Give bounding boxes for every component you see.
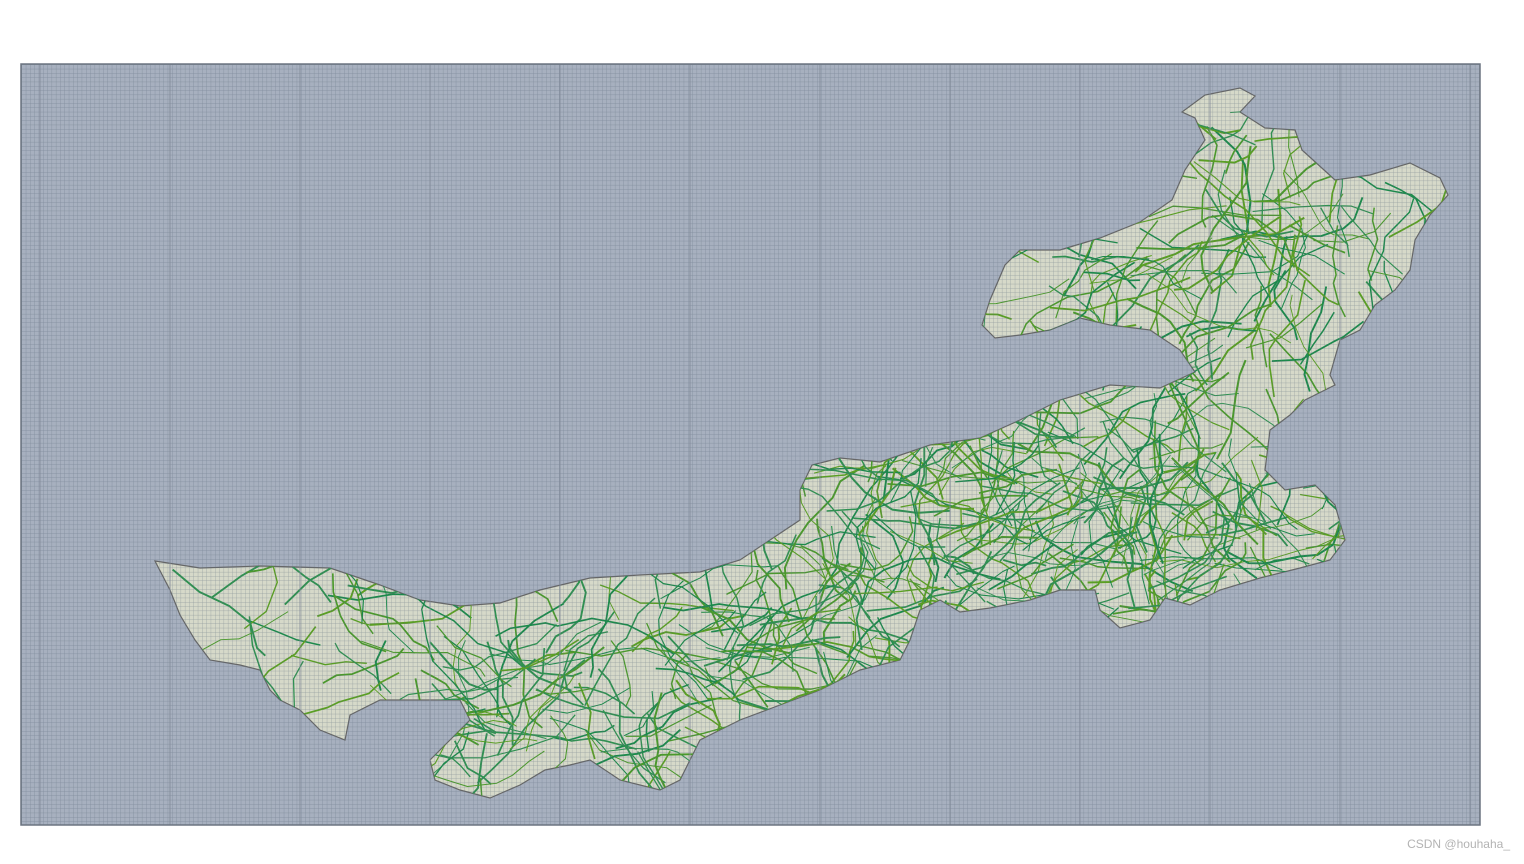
map-view[interactable] bbox=[0, 0, 1524, 859]
watermark-text: CSDN @houhaha_ bbox=[1407, 837, 1510, 851]
grid-overlay bbox=[21, 64, 1480, 825]
map-canvas: CSDN @houhaha_ bbox=[0, 0, 1524, 859]
